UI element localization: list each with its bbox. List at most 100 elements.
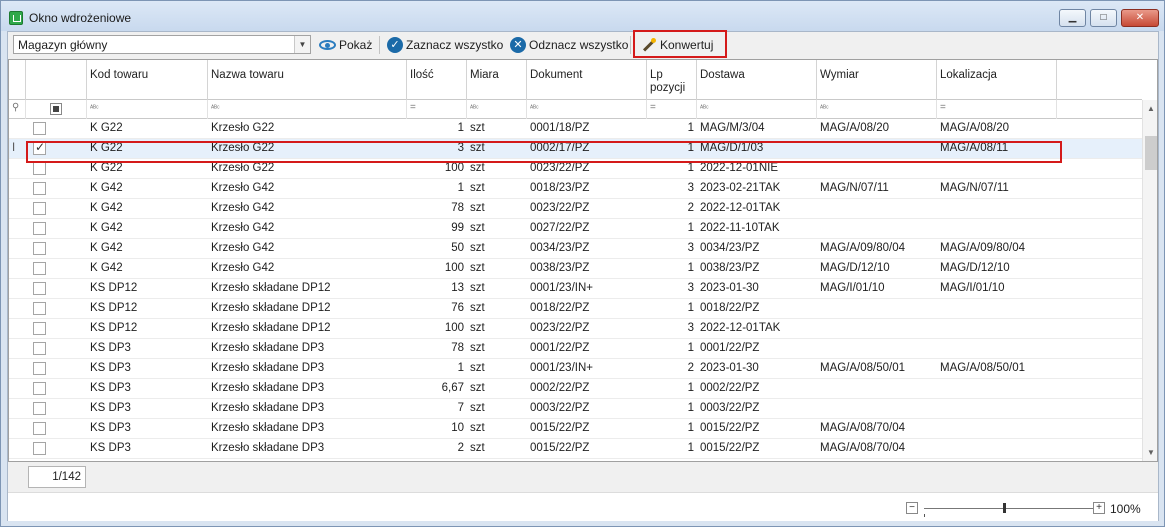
table-row[interactable]: K G42 Krzesło G42 99 szt 0027/22/PZ 1 2022-11-… xyxy=(9,219,1142,239)
show-button[interactable]: Pokaż xyxy=(319,35,372,55)
row-checkbox[interactable] xyxy=(33,382,46,395)
table-row[interactable]: KS DP3 Krzesło składane DP3 10 szt 0015/22/P… xyxy=(9,419,1142,439)
cell-dostawa: 0034/23/PZ xyxy=(700,242,760,254)
row-checkbox[interactable] xyxy=(33,202,46,215)
cell-lp: 1 xyxy=(687,382,694,394)
zoom-out-button[interactable]: − xyxy=(906,502,918,514)
cell-dokument: 0015/22/PZ xyxy=(530,422,590,434)
warehouse-select[interactable]: Magazyn główny ▼ xyxy=(13,35,311,54)
filter-cell-dokument[interactable]: ᴬᴮᶜ xyxy=(527,100,647,119)
row-checkbox[interactable] xyxy=(33,122,46,135)
table-row[interactable]: KS DP3 Krzesło składane DP3 78 szt 0001/22/P… xyxy=(9,339,1142,359)
chevron-down-icon[interactable]: ▼ xyxy=(294,36,310,53)
filter-cell-lp[interactable]: = xyxy=(647,100,697,119)
cell-nazwa: Krzesło G42 xyxy=(211,262,275,274)
table-row[interactable]: K G22 Krzesło G22 1 szt 0001/18/PZ 1 MAG/M/3/0… xyxy=(9,119,1142,139)
cell-kod: K G22 xyxy=(90,122,123,134)
row-checkbox[interactable] xyxy=(33,342,46,355)
table-row[interactable]: KS DP12 Krzesło składane DP12 13 szt 0001/23… xyxy=(9,279,1142,299)
cell-lokalizacja xyxy=(937,339,1057,359)
table-row[interactable]: K G42 Krzesło G42 1 szt 0018/23/PZ 3 2023-02-2… xyxy=(9,179,1142,199)
row-checkbox[interactable] xyxy=(33,422,46,435)
row-checkbox[interactable] xyxy=(33,242,46,255)
cell-nazwa: Krzesło G42 xyxy=(211,222,275,234)
column-header-lp[interactable]: Lp pozycji xyxy=(647,60,697,100)
cell-ilosc: 78 xyxy=(451,342,464,354)
filter-cell-wymiar[interactable]: ᴬᴮᶜ xyxy=(817,100,937,119)
cell-wymiar xyxy=(817,379,937,399)
filter-cell-dostawa[interactable]: ᴬᴮᶜ xyxy=(697,100,817,119)
row-checkbox[interactable] xyxy=(33,162,46,175)
row-checkbox[interactable] xyxy=(33,222,46,235)
cell-dostawa: MAG/D/1/03 xyxy=(700,142,764,154)
column-header-ilosc[interactable]: Ilość xyxy=(407,60,467,100)
scroll-thumb[interactable] xyxy=(1145,136,1157,170)
cell-kod: KS DP3 xyxy=(90,362,131,374)
maximize-button[interactable]: □ xyxy=(1090,9,1117,27)
cell-nazwa: Krzesło G42 xyxy=(211,182,275,194)
row-checkbox[interactable] xyxy=(33,182,46,195)
deselect-all-button[interactable]: ✕ Odznacz wszystko xyxy=(510,35,628,55)
scroll-down-icon[interactable]: ▼ xyxy=(1143,444,1157,461)
row-checkbox[interactable] xyxy=(33,282,46,295)
cell-ilosc: 50 xyxy=(451,242,464,254)
cell-dostawa: 0038/23/PZ xyxy=(700,262,760,274)
cell-miara: szt xyxy=(470,402,485,414)
filter-cell-lokalizacja[interactable]: = xyxy=(937,100,1057,119)
cell-kod: KS DP3 xyxy=(90,402,131,414)
column-header-dostawa[interactable]: Dostawa xyxy=(697,60,817,100)
filter-cell-miara[interactable]: ᴬᴮᶜ xyxy=(467,100,527,119)
cell-kod: K G42 xyxy=(90,262,123,274)
cell-dostawa: 2022-12-01TAK xyxy=(700,202,781,214)
cell-kod: KS DP3 xyxy=(90,382,131,394)
column-header-kod[interactable]: Kod towaru xyxy=(87,60,208,100)
row-checkbox[interactable] xyxy=(33,402,46,415)
table-row[interactable]: KS DP3 Krzesło składane DP3 2 szt 0015/22/PZ… xyxy=(9,439,1142,459)
cell-miara: szt xyxy=(470,282,485,294)
column-header-lokalizacja[interactable]: Lokalizacja xyxy=(937,60,1057,100)
table-row[interactable]: K G42 Krzesło G42 78 szt 0023/22/PZ 2 2022-12-… xyxy=(9,199,1142,219)
table-row[interactable]: KS DP3 Krzesło składane DP3 7 szt 0003/22/PZ… xyxy=(9,399,1142,419)
table-row[interactable]: K G22 Krzesło G22 100 szt 0023/22/PZ 1 2022-12… xyxy=(9,159,1142,179)
cell-wymiar: MAG/I/01/10 xyxy=(820,282,885,294)
minimize-button[interactable]: ▁ xyxy=(1059,9,1086,27)
tristate-checkbox-icon[interactable] xyxy=(50,103,62,115)
table-row[interactable]: KS DP12 Krzesło składane DP12 100 szt 0023/2… xyxy=(9,319,1142,339)
column-header-wymiar[interactable]: Wymiar xyxy=(817,60,937,100)
cell-kod: K G22 xyxy=(90,162,123,174)
filter-cell-nazwa[interactable]: ᴬᴮᶜ xyxy=(208,100,407,119)
row-checkbox[interactable] xyxy=(33,302,46,315)
column-header-nazwa[interactable]: Nazwa towaru xyxy=(208,60,407,100)
table-row[interactable]: KS DP12 Krzesło składane DP12 76 szt 0018/22… xyxy=(9,299,1142,319)
zoom-slider-track[interactable] xyxy=(924,508,1094,509)
column-header-miara[interactable]: Miara xyxy=(467,60,527,100)
window-client-area: Magazyn główny ▼ Pokaż ✓ Zaznacz wszystk… xyxy=(7,30,1159,521)
zoom-slider-thumb[interactable] xyxy=(1003,503,1006,513)
table-row[interactable]: K G42 Krzesło G42 100 szt 0038/23/PZ 1 0038/23… xyxy=(9,259,1142,279)
cell-miara: szt xyxy=(470,382,485,394)
table-row[interactable]: KS DP3 Krzesło składane DP3 6,67 szt 0002/22… xyxy=(9,379,1142,399)
row-checkbox[interactable] xyxy=(33,262,46,275)
row-checkbox[interactable] xyxy=(33,362,46,375)
select-all-checkbox[interactable] xyxy=(26,100,87,119)
table-row[interactable]: KS DP3 Krzesło składane DP3 1 szt 0001/23/IN… xyxy=(9,359,1142,379)
filter-pin-icon[interactable]: ⚲ xyxy=(9,100,26,119)
cell-ilosc: 2 xyxy=(457,442,464,454)
filter-cell-ilosc[interactable]: = xyxy=(407,100,467,119)
vertical-scrollbar[interactable]: ▲ ▼ xyxy=(1142,100,1157,461)
row-checkbox[interactable] xyxy=(33,322,46,335)
table-row[interactable]: K G42 Krzesło G42 50 szt 0034/23/PZ 3 0034/23/… xyxy=(9,239,1142,259)
row-checkbox[interactable] xyxy=(33,140,46,155)
row-checkbox[interactable] xyxy=(33,442,46,455)
zoom-in-button[interactable]: + xyxy=(1093,502,1105,514)
cell-dostawa: 2023-02-21TAK xyxy=(700,182,781,194)
scroll-up-icon[interactable]: ▲ xyxy=(1143,100,1157,117)
select-all-button[interactable]: ✓ Zaznacz wszystko xyxy=(387,35,503,55)
cell-lokalizacja xyxy=(937,419,1057,439)
close-button[interactable]: ✕ xyxy=(1121,9,1159,27)
column-header-dokument[interactable]: Dokument xyxy=(527,60,647,100)
tristate-fill xyxy=(53,106,59,112)
filter-cell-kod[interactable]: ᴬᴮᶜ xyxy=(87,100,208,119)
cell-wymiar: MAG/A/09/80/04 xyxy=(820,242,906,254)
table-row[interactable]: I K G22 Krzesło G22 3 szt 0002/17/PZ 1 MAG/D/1/… xyxy=(9,139,1142,159)
